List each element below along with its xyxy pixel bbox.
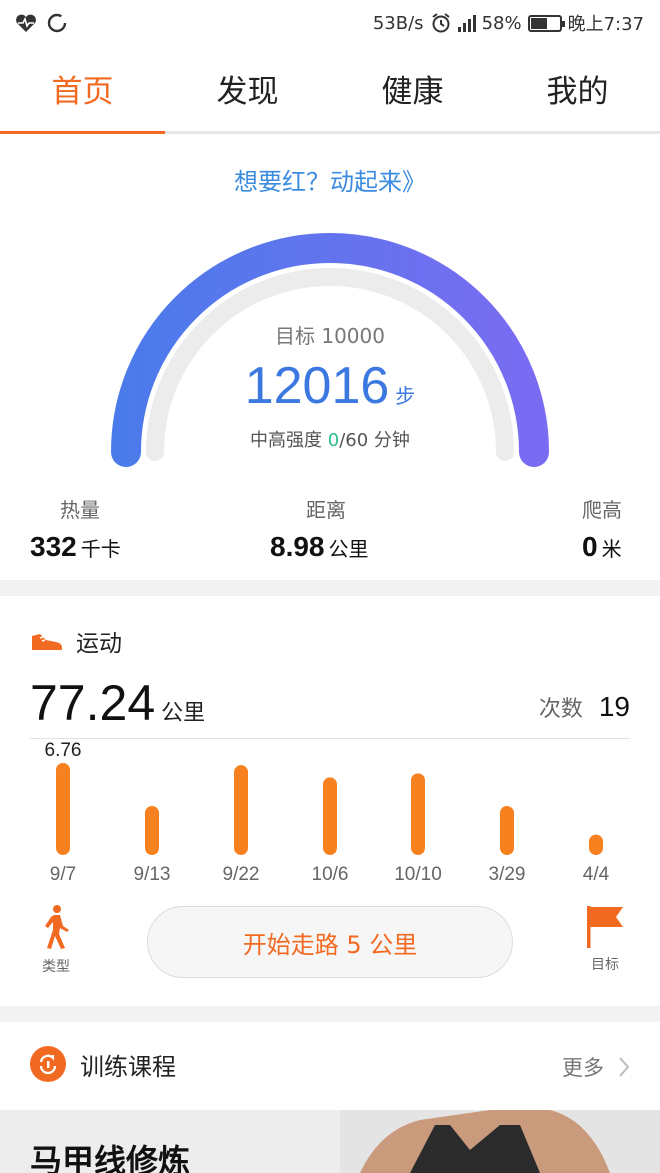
sport-card[interactable]: 运动 77.24 公里 次数 19 9/7 6.76 9/13 9/22 10/6 10/10… (0, 596, 660, 1006)
network-speed: 53B/s (372, 12, 424, 34)
distance-label: 距离 (306, 498, 346, 522)
promo-link[interactable]: 想要红？动起来》 (0, 162, 660, 197)
chart-bar-10/6[interactable] (323, 777, 337, 855)
status-bar: 53B/s 58% 晚上7:37 (0, 0, 660, 46)
divider (30, 738, 630, 739)
goal-flag-button[interactable]: 目标 (583, 904, 627, 974)
training-header: 训练课程 (30, 1046, 176, 1082)
calories-value: 332 (30, 531, 77, 562)
tab-health[interactable]: 健康 (330, 46, 495, 131)
chart-bar-9/7[interactable] (56, 763, 70, 855)
climb-label: 爬高 (582, 498, 622, 522)
sport-actions: 类型 开始走路 5 公里 目标 (0, 896, 660, 986)
chevron-right-icon (619, 1057, 630, 1077)
step-count-unit: 步 (395, 384, 416, 408)
climb-unit: 米 (601, 537, 622, 561)
walking-person-icon (45, 905, 69, 949)
sport-header: 运动 (30, 624, 122, 658)
banner-title: 马甲线修炼 (30, 1142, 191, 1173)
chart-data-label: 6.76 (45, 742, 82, 761)
calories-metric[interactable]: 热量 332 千卡 (30, 494, 121, 563)
training-icon (30, 1046, 66, 1082)
goal-label: 目标 (591, 957, 619, 973)
chart-bar-3/29[interactable] (500, 806, 514, 855)
signal-icon (457, 14, 476, 32)
intensity-minutes: 中高强度 0/60 分钟 (0, 426, 660, 452)
climb-value: 0 (582, 531, 598, 562)
training-more-link[interactable]: 更多 (562, 1052, 630, 1082)
activity-count-label: 次数 (538, 697, 583, 722)
chart-bar-9/13[interactable] (145, 806, 159, 855)
chart-bar-9/22[interactable] (234, 765, 248, 855)
tab-me[interactable]: 我的 (495, 46, 660, 131)
heart-pulse-icon (16, 14, 36, 32)
main-tabs: 首页 发现 健康 我的 (0, 46, 660, 134)
start-walk-button[interactable]: 开始走路 5 公里 (147, 906, 513, 978)
distance-metric[interactable]: 距离 8.98 公里 (270, 494, 369, 563)
battery-icon (527, 14, 565, 32)
loading-circle-icon (47, 13, 67, 33)
step-count-value: 12016 (244, 357, 390, 415)
metrics-row: 热量 332 千卡 距离 8.98 公里 爬高 0米 (0, 494, 660, 574)
fitness-woman-image (340, 1110, 660, 1173)
total-distance-value: 77.24 (30, 675, 156, 731)
intensity-value: 0 (327, 430, 340, 451)
intensity-prefix: 中高强度 (250, 430, 328, 451)
steps-card: 想要红？动起来》 目标 10000 12016 步 中高强度 0/60 分钟 热量… (0, 134, 660, 580)
battery-percent: 58% (481, 12, 522, 34)
activity-type-label: 类型 (42, 959, 70, 975)
distance-unit: 公里 (328, 537, 369, 561)
chart-bar-4/4[interactable] (589, 834, 603, 855)
tab-discover[interactable]: 发现 (165, 46, 330, 131)
sport-title: 运动 (76, 631, 122, 657)
tab-home[interactable]: 首页 (0, 46, 165, 134)
calories-unit: 千卡 (80, 537, 121, 561)
climb-metric[interactable]: 爬高 0米 (582, 494, 622, 563)
chart-tick-label: 9/13 (134, 864, 171, 885)
more-label: 更多 (562, 1056, 604, 1080)
activity-count: 次数 19 (539, 691, 630, 723)
activity-count-value: 19 (598, 691, 630, 722)
calories-label: 热量 (60, 498, 100, 522)
intensity-suffix: /60 分钟 (339, 430, 410, 451)
training-title: 训练课程 (80, 1052, 176, 1081)
chart-tick-label: 9/22 (223, 864, 260, 885)
clock: 晚上7:37 (567, 14, 644, 35)
step-count: 12016 步 (0, 356, 660, 416)
distance-value: 8.98 (270, 531, 325, 562)
training-card: 训练课程 更多 (0, 1022, 660, 1110)
running-shoe-icon (32, 634, 62, 650)
chart-tick-label: 10/6 (312, 864, 349, 885)
chart-tick-label: 9/7 (50, 864, 76, 885)
total-distance: 77.24 公里 (30, 674, 205, 732)
chart-tick-label: 4/4 (583, 864, 610, 885)
chart-bar-10/10[interactable] (411, 773, 425, 855)
training-banner[interactable]: 马甲线修炼 (0, 1110, 660, 1173)
chart-tick-label: 10/10 (394, 864, 442, 885)
status-left-icons (14, 12, 68, 34)
distance-bar-chart: 9/7 6.76 9/13 9/22 10/6 10/10 3/29 4/4 (45, 742, 610, 885)
chart-tick-label: 3/29 (489, 864, 526, 885)
status-right: 53B/s 58% 晚上7:37 (373, 10, 644, 36)
step-goal: 目标 10000 (275, 324, 385, 348)
activity-type-button[interactable]: 类型 (36, 904, 76, 976)
flag-icon (587, 906, 623, 948)
alarm-icon (431, 13, 450, 33)
total-distance-unit: 公里 (161, 701, 206, 726)
